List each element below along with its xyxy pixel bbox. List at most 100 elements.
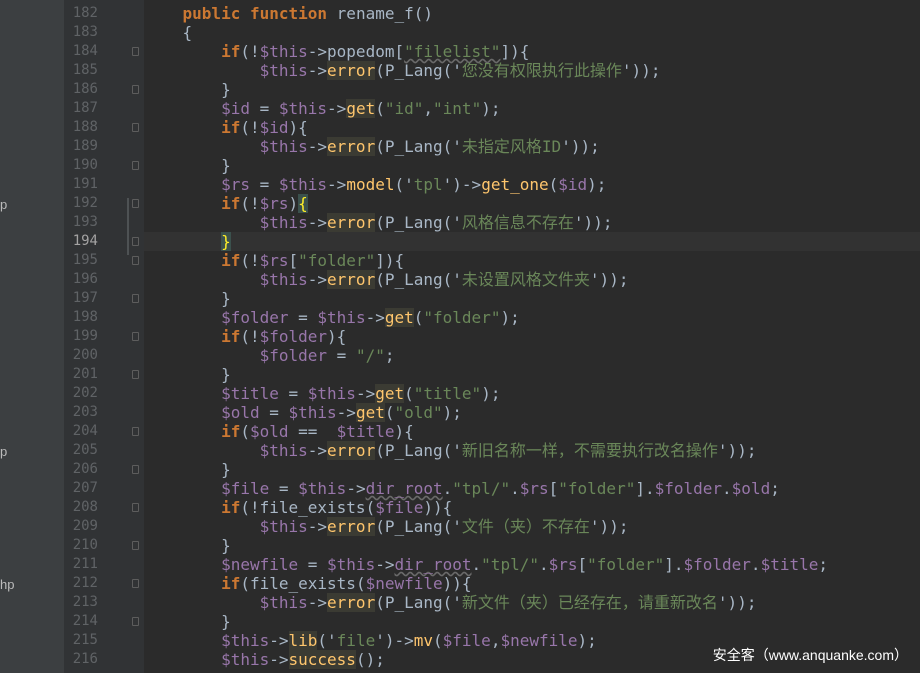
line-number[interactable]: 195 <box>64 251 98 270</box>
code-line[interactable]: { <box>144 23 193 42</box>
fold-marker-icon[interactable] <box>132 123 139 132</box>
line-number[interactable]: 211 <box>64 555 98 574</box>
line-number[interactable]: 193 <box>64 213 98 232</box>
line-number[interactable]: 210 <box>64 536 98 555</box>
code-token: if <box>221 194 241 213</box>
code-line[interactable]: $this->error(P_Lang('新文件（夹）已经存在，请重新改名'))… <box>144 593 756 612</box>
code-line[interactable]: $rs = $this->model('tpl')->get_one($id); <box>144 175 606 194</box>
code-line[interactable]: if(file_exists($newfile)){ <box>144 574 471 593</box>
project-file-label[interactable]: hp <box>0 577 14 592</box>
code-line[interactable]: } <box>144 536 231 555</box>
code-line[interactable]: if(!file_exists($file)){ <box>144 498 452 517</box>
code-line[interactable]: public function rename_f() <box>144 4 433 23</box>
line-number[interactable]: 206 <box>64 460 98 479</box>
line-number[interactable]: 196 <box>64 270 98 289</box>
line-number[interactable]: 198 <box>64 308 98 327</box>
code-line[interactable]: if($old == $title){ <box>144 422 414 441</box>
line-number[interactable]: 197 <box>64 289 98 308</box>
code-line[interactable]: } <box>144 365 231 384</box>
code-line[interactable]: } <box>144 232 231 251</box>
vcs-change-marker[interactable] <box>127 198 129 255</box>
line-number[interactable]: 212 <box>64 574 98 593</box>
fold-marker-icon[interactable] <box>132 617 139 626</box>
code-token: $this <box>298 479 347 498</box>
code-line[interactable]: $title = $this->get("title"); <box>144 384 500 403</box>
line-number[interactable]: 202 <box>64 384 98 403</box>
line-number[interactable]: 191 <box>64 175 98 194</box>
fold-marker-icon[interactable] <box>132 370 139 379</box>
code-line[interactable]: $newfile = $this->dir_root."tpl/".$rs["f… <box>144 555 828 574</box>
line-number[interactable]: 209 <box>64 517 98 536</box>
code-line[interactable]: } <box>144 80 231 99</box>
line-number[interactable]: 201 <box>64 365 98 384</box>
code-line[interactable]: if(!$this->popedom["filelist"]){ <box>144 42 529 61</box>
code-line[interactable]: $this->lib('file')->mv($file,$newfile); <box>144 631 597 650</box>
fold-marker-icon[interactable] <box>132 465 139 474</box>
code-line[interactable]: $old = $this->get("old"); <box>144 403 462 422</box>
fold-marker-icon[interactable] <box>132 161 139 170</box>
code-line[interactable]: if(!$folder){ <box>144 327 346 346</box>
line-number[interactable]: 203 <box>64 403 98 422</box>
code-token: $old <box>731 479 771 498</box>
line-number[interactable]: 207 <box>64 479 98 498</box>
code-token: { <box>298 194 308 213</box>
line-number[interactable]: 199 <box>64 327 98 346</box>
code-line[interactable]: $folder = "/"; <box>144 346 395 365</box>
fold-marker-icon[interactable] <box>132 199 139 208</box>
line-number[interactable]: 184 <box>64 42 98 61</box>
code-line[interactable]: } <box>144 289 231 308</box>
line-number[interactable]: 204 <box>64 422 98 441</box>
line-number[interactable]: 182 <box>64 4 98 23</box>
line-number[interactable]: 216 <box>64 650 98 669</box>
code-line[interactable]: $this->error(P_Lang('新旧名称一样，不需要执行改名操作'))… <box>144 441 756 460</box>
code-token: ( <box>413 308 424 327</box>
code-line[interactable]: $file = $this->dir_root."tpl/".$rs["fold… <box>144 479 780 498</box>
line-number[interactable]: 205 <box>64 441 98 460</box>
code-editor[interactable]: public function rename_f() { if(!$this->… <box>144 0 920 673</box>
code-line[interactable]: if(!$rs["folder"]){ <box>144 251 404 270</box>
line-number[interactable]: 213 <box>64 593 98 612</box>
line-number[interactable]: 187 <box>64 99 98 118</box>
fold-marker-icon[interactable] <box>132 47 139 56</box>
line-number[interactable]: 194 <box>64 232 98 251</box>
code-line[interactable]: } <box>144 612 231 631</box>
line-number[interactable]: 208 <box>64 498 98 517</box>
fold-marker-icon[interactable] <box>132 85 139 94</box>
line-number[interactable]: 186 <box>64 80 98 99</box>
code-line[interactable]: $folder = $this->get("folder"); <box>144 308 520 327</box>
line-number[interactable]: 190 <box>64 156 98 175</box>
code-line[interactable]: $this->success(); <box>144 650 385 669</box>
code-line[interactable]: } <box>144 156 231 175</box>
code-line[interactable]: $id = $this->get("id","int"); <box>144 99 500 118</box>
fold-marker-icon[interactable] <box>132 294 139 303</box>
fold-marker-icon[interactable] <box>132 579 139 588</box>
code-token: } <box>221 232 231 251</box>
line-number[interactable]: 183 <box>64 23 98 42</box>
line-number[interactable]: 189 <box>64 137 98 156</box>
code-line[interactable]: $this->error(P_Lang('未指定风格ID')); <box>144 137 600 156</box>
code-line[interactable]: if(!$id){ <box>144 118 308 137</box>
fold-marker-icon[interactable] <box>132 541 139 550</box>
fold-marker-icon[interactable] <box>132 332 139 341</box>
project-file-label[interactable]: p <box>0 197 7 212</box>
code-line[interactable]: } <box>144 460 231 479</box>
fold-marker-icon[interactable] <box>132 237 139 246</box>
line-number[interactable]: 200 <box>64 346 98 365</box>
line-number[interactable]: 188 <box>64 118 98 137</box>
code-line[interactable]: $this->error(P_Lang('未设置风格文件夹')); <box>144 270 628 289</box>
line-number[interactable]: 185 <box>64 61 98 80</box>
code-line[interactable]: $this->error(P_Lang('风格信息不存在')); <box>144 213 612 232</box>
code-line[interactable]: if(!$rs){ <box>144 194 308 213</box>
fold-marker-icon[interactable] <box>132 427 139 436</box>
code-token: error <box>327 61 376 80</box>
line-number[interactable]: 192 <box>64 194 98 213</box>
fold-marker-icon[interactable] <box>132 503 139 512</box>
code-line[interactable]: $this->error(P_Lang('文件（夹）不存在')); <box>144 517 628 536</box>
code-line[interactable]: $this->error(P_Lang('您没有权限执行此操作')); <box>144 61 660 80</box>
code-token: $newfile <box>500 631 578 650</box>
project-file-label[interactable]: p <box>0 444 7 459</box>
fold-marker-icon[interactable] <box>132 256 139 265</box>
line-number[interactable]: 215 <box>64 631 98 650</box>
line-number[interactable]: 214 <box>64 612 98 631</box>
code-token: $this <box>317 308 366 327</box>
